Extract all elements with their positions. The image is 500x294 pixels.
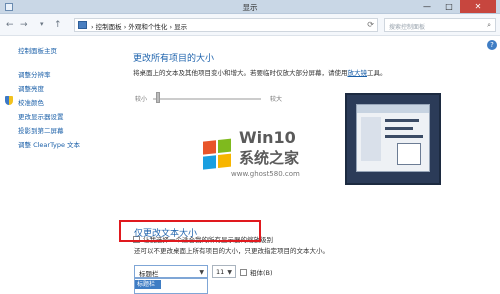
preview-line — [385, 135, 423, 138]
magnifier-link[interactable]: 放大镜 — [348, 69, 368, 77]
bold-checkbox-label: 粗体(B) — [250, 269, 273, 277]
sidebar: 控制面板主页 调整分辨率 调整亮度 校准颜色 更改显示器设置 投影到第二屏幕 调… — [0, 36, 120, 294]
windows-logo-icon — [203, 138, 233, 171]
shield-icon — [5, 96, 13, 105]
chevron-down-icon: ▼ — [199, 269, 204, 276]
slider-thumb[interactable] — [156, 92, 160, 103]
description-text: 将桌面上的文本及其他项目变小和增大。若要临时仅放大部分屏幕，请使用 — [133, 69, 348, 77]
bold-checkbox-row[interactable]: 粗体(B) — [240, 267, 273, 277]
preview-window — [356, 104, 430, 172]
slider-max-label: 较大 — [270, 96, 283, 103]
title-bar: 显示 — □ ✕ — [0, 0, 500, 14]
item-select-option[interactable]: 标题栏 — [135, 280, 161, 289]
preview-titlebar — [357, 105, 429, 113]
window-controls: — □ ✕ — [416, 0, 496, 13]
search-placeholder: 搜索控制面板 — [389, 24, 426, 31]
section-heading-text-size: 仅更改文本大小 — [134, 229, 198, 239]
display-preview-image — [345, 93, 441, 185]
watermark-line1: Win10 — [239, 128, 296, 147]
watermark-url: www.ghost580.com — [231, 170, 300, 178]
preview-sidebar — [361, 117, 381, 161]
sidebar-item-cleartype[interactable]: 调整 ClearType 文本 — [18, 139, 80, 149]
item-select-value: 标题栏 — [139, 270, 159, 278]
item-select[interactable]: 标题栏 ▼ — [134, 265, 208, 278]
watermark-line2: 系统之家 — [239, 149, 300, 167]
bold-checkbox[interactable] — [240, 269, 247, 276]
description-suffix: 工具。 — [367, 69, 387, 77]
sidebar-item-calibrate-color[interactable]: 校准颜色 — [18, 97, 44, 107]
sidebar-home-link[interactable]: 控制面板主页 — [18, 45, 57, 55]
preview-box — [397, 143, 421, 165]
breadcrumb[interactable]: › 控制面板 › 外观和个性化 › 显示 — [91, 21, 187, 31]
refresh-icon[interactable]: ⟳ — [367, 20, 374, 29]
sidebar-item-display-settings[interactable]: 更改显示器设置 — [18, 111, 64, 121]
preview-line — [385, 127, 413, 130]
back-arrow-icon[interactable]: ← — [6, 20, 14, 30]
size-slider[interactable] — [153, 98, 261, 100]
watermark: Win10 系统之家 www.ghost580.com — [201, 128, 319, 188]
minimize-button[interactable]: — — [416, 0, 438, 13]
forward-arrow-icon[interactable]: → — [20, 20, 28, 30]
text-size-description: 还可以不更改桌面上所有项目的大小，只更改指定项目的文本大小。 — [134, 247, 329, 255]
sidebar-item-resolution[interactable]: 调整分辨率 — [18, 69, 51, 79]
item-select-list[interactable]: 标题栏 — [134, 278, 208, 294]
control-panel-icon — [78, 21, 87, 29]
font-size-select[interactable]: 11 ▼ — [212, 265, 236, 278]
slider-min-label: 较小 — [135, 96, 148, 103]
section-description: 将桌面上的文本及其他项目变小和增大。若要临时仅放大部分屏幕，请使用放大镜工具。 — [133, 67, 387, 77]
maximize-button[interactable]: □ — [438, 0, 460, 13]
chevron-down-icon: ▼ — [227, 269, 232, 276]
address-bar[interactable]: › 控制面板 › 外观和个性化 › 显示 ⟳ — [74, 18, 378, 32]
section-heading-size-all: 更改所有项目的大小 — [133, 54, 215, 64]
preview-line — [385, 119, 419, 122]
search-input[interactable]: 搜索控制面板 ⌕ — [384, 18, 496, 32]
font-size-value: 11 — [216, 268, 225, 276]
up-arrow-icon[interactable]: ↑ — [54, 20, 62, 30]
sidebar-item-project-second-screen[interactable]: 投影到第二屏幕 — [18, 125, 64, 135]
recent-dropdown-icon[interactable]: ▾ — [40, 20, 44, 28]
search-icon[interactable]: ⌕ — [487, 21, 491, 30]
close-button[interactable]: ✕ — [460, 0, 496, 13]
sidebar-item-brightness[interactable]: 调整亮度 — [18, 83, 44, 93]
navigation-bar: ← → ▾ ↑ › 控制面板 › 外观和个性化 › 显示 ⟳ 搜索控制面板 ⌕ — [0, 14, 500, 36]
